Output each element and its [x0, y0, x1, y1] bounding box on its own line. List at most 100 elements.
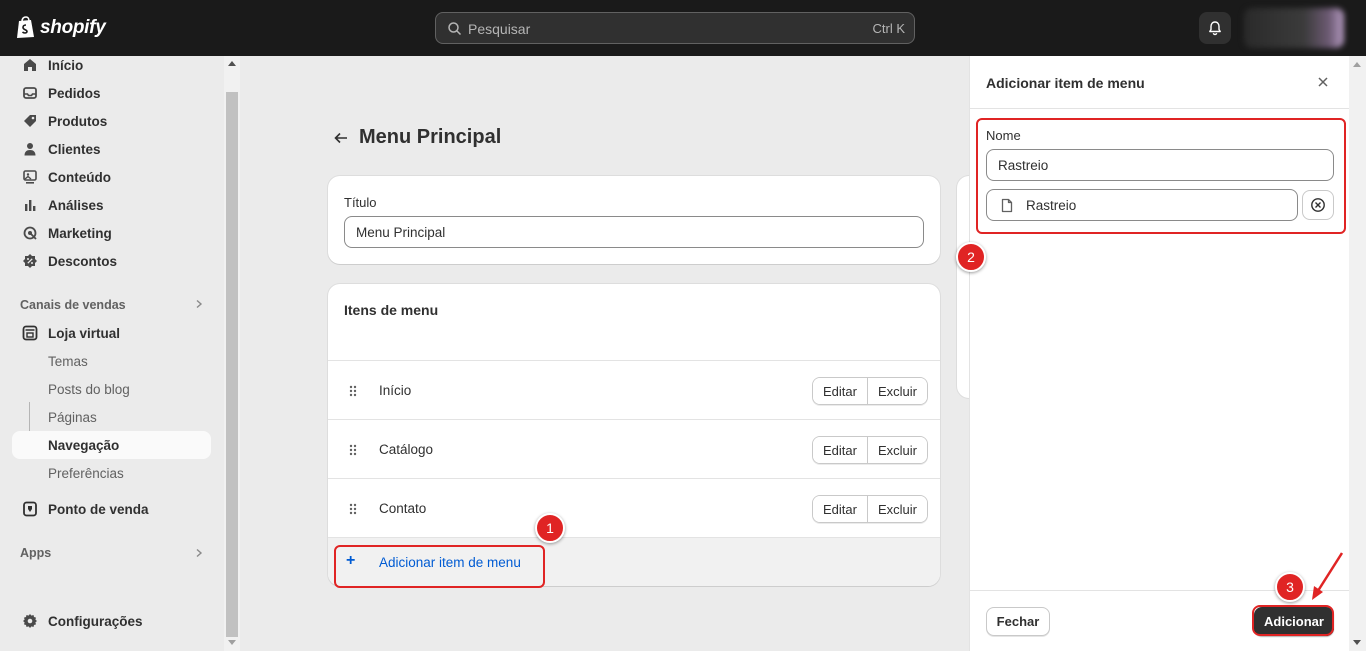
- step-badge: 2: [956, 242, 986, 272]
- bar-chart-icon: [25, 200, 36, 211]
- sidebar-scrollbar[interactable]: [224, 56, 240, 651]
- menu-item-label: Contato: [379, 501, 427, 516]
- delete-button[interactable]: Excluir: [866, 496, 927, 522]
- page-header: Menu Principal: [333, 126, 501, 149]
- shopify-logo[interactable]: shopify: [16, 16, 106, 39]
- sidebar-item-label: Análises: [48, 198, 104, 213]
- inbox-icon: [23, 87, 37, 99]
- tag-icon: [24, 115, 36, 127]
- scroll-up-arrow[interactable]: [228, 61, 236, 66]
- menu-items-header: Itens de menu: [344, 302, 439, 318]
- person-icon: [24, 143, 36, 156]
- drag-handle-icon[interactable]: [348, 385, 358, 397]
- close-button[interactable]: Fechar: [986, 607, 1050, 636]
- panel-title: Adicionar item de menu: [986, 75, 1145, 91]
- sidebar-item-pedidos[interactable]: Pedidos: [12, 79, 211, 107]
- brand-name: shopify: [40, 16, 106, 38]
- sidebar-item-label: Conteúdo: [48, 170, 111, 185]
- delete-button[interactable]: Excluir: [866, 437, 927, 463]
- target-icon: [23, 226, 37, 240]
- sidebar-item-paginas[interactable]: Páginas: [12, 403, 211, 431]
- sidebar-item-preferencias[interactable]: Preferências: [12, 459, 211, 487]
- sidebar-item-label: Configurações: [48, 614, 143, 629]
- title-input[interactable]: Menu Principal: [344, 216, 924, 248]
- close-icon[interactable]: [1316, 75, 1330, 89]
- sidebar-item-configuracoes[interactable]: Configurações: [12, 607, 211, 635]
- search-input[interactable]: Pesquisar Ctrl K: [435, 12, 915, 44]
- menu-item-actions: Editar Excluir: [812, 495, 928, 523]
- gear-icon: [23, 614, 37, 628]
- menu-item-row: Início Editar Excluir: [328, 360, 940, 419]
- apps-header[interactable]: Apps: [20, 546, 51, 560]
- notifications-button[interactable]: [1199, 12, 1231, 44]
- sidebar: Início Pedidos Produtos Clientes Conteúd…: [0, 56, 224, 651]
- account-menu[interactable]: [1244, 8, 1344, 48]
- sidebar-item-label: Pedidos: [48, 86, 101, 101]
- chevron-right-icon[interactable]: [194, 299, 204, 309]
- step-badge: 3: [1275, 572, 1305, 602]
- sidebar-item-label: Preferências: [48, 466, 124, 481]
- sidebar-item-label: Início: [48, 58, 84, 73]
- sidebar-item-loja-virtual[interactable]: Loja virtual: [12, 319, 211, 347]
- highlight-add-item: [334, 545, 545, 588]
- edit-button[interactable]: Editar: [813, 378, 867, 404]
- menu-item-row: Contato Editar Excluir: [328, 478, 940, 537]
- sidebar-item-label: Marketing: [48, 226, 112, 241]
- home-icon: [24, 59, 36, 71]
- menu-item-actions: Editar Excluir: [812, 436, 928, 464]
- sidebar-item-marketing[interactable]: Marketing: [12, 219, 211, 247]
- sidebar-item-descontos[interactable]: Descontos: [12, 247, 211, 275]
- sidebar-item-label: Descontos: [48, 254, 118, 269]
- sales-channels-header[interactable]: Canais de vendas: [20, 298, 126, 312]
- menu-item-actions: Editar Excluir: [812, 377, 928, 405]
- sidebar-item-label: Páginas: [48, 410, 97, 425]
- title-label: Título: [344, 195, 377, 210]
- title-card: Título Menu Principal: [328, 176, 940, 264]
- drag-handle-icon[interactable]: [348, 503, 358, 515]
- scroll-down-arrow[interactable]: [1353, 640, 1361, 645]
- sidebar-item-navegacao[interactable]: Navegação: [12, 431, 211, 459]
- sidebar-item-analises[interactable]: Análises: [12, 191, 211, 219]
- menu-item-row: Catálogo Editar Excluir: [328, 419, 940, 478]
- title-input-value: Menu Principal: [356, 225, 446, 240]
- scroll-down-arrow[interactable]: [228, 640, 236, 645]
- panel-scrollbar[interactable]: [1349, 56, 1366, 651]
- scroll-thumb[interactable]: [226, 92, 238, 637]
- bell-icon: [1209, 21, 1221, 36]
- step-badge: 1: [535, 513, 565, 543]
- highlight-add-button: [1252, 605, 1334, 636]
- sidebar-item-label: Posts do blog: [48, 382, 130, 397]
- sidebar-item-label: Temas: [48, 354, 88, 369]
- discount-icon: [23, 254, 37, 268]
- shopify-bag-icon: [17, 16, 34, 38]
- sidebar-item-ponto-de-venda[interactable]: Ponto de venda: [12, 495, 211, 523]
- sidebar-item-conteudo[interactable]: Conteúdo: [12, 163, 211, 191]
- panel-header: Adicionar item de menu: [970, 56, 1350, 109]
- back-arrow-icon[interactable]: [333, 130, 349, 146]
- edit-button[interactable]: Editar: [813, 496, 867, 522]
- sidebar-item-temas[interactable]: Temas: [12, 347, 211, 375]
- menu-items-card: Itens de menu Início Editar Excluir Catá…: [328, 284, 940, 586]
- delete-button[interactable]: Excluir: [866, 378, 927, 404]
- sidebar-item-produtos[interactable]: Produtos: [12, 107, 211, 135]
- content-icon: [23, 170, 37, 184]
- sidebar-item-label: Ponto de venda: [48, 502, 149, 517]
- page-title: Menu Principal: [359, 126, 502, 148]
- search-placeholder: Pesquisar: [468, 21, 531, 37]
- store-icon: [22, 325, 38, 341]
- sidebar-item-label: Loja virtual: [48, 326, 121, 341]
- sidebar-item-clientes[interactable]: Clientes: [12, 135, 211, 163]
- sidebar-item-label: Clientes: [48, 142, 101, 157]
- menu-item-label: Início: [379, 383, 412, 398]
- sidebar-item-inicio[interactable]: Início: [12, 51, 211, 79]
- pos-icon: [23, 501, 37, 517]
- top-bar: shopify Pesquisar Ctrl K: [0, 0, 1366, 56]
- edit-button[interactable]: Editar: [813, 437, 867, 463]
- arrow-annotation: [1312, 552, 1344, 600]
- drag-handle-icon[interactable]: [348, 444, 358, 456]
- search-icon: [448, 22, 462, 36]
- sidebar-item-posts-do-blog[interactable]: Posts do blog: [12, 375, 211, 403]
- sidebar-item-label: Navegação: [48, 438, 120, 453]
- chevron-right-icon[interactable]: [194, 548, 204, 558]
- scroll-up-arrow[interactable]: [1353, 62, 1361, 67]
